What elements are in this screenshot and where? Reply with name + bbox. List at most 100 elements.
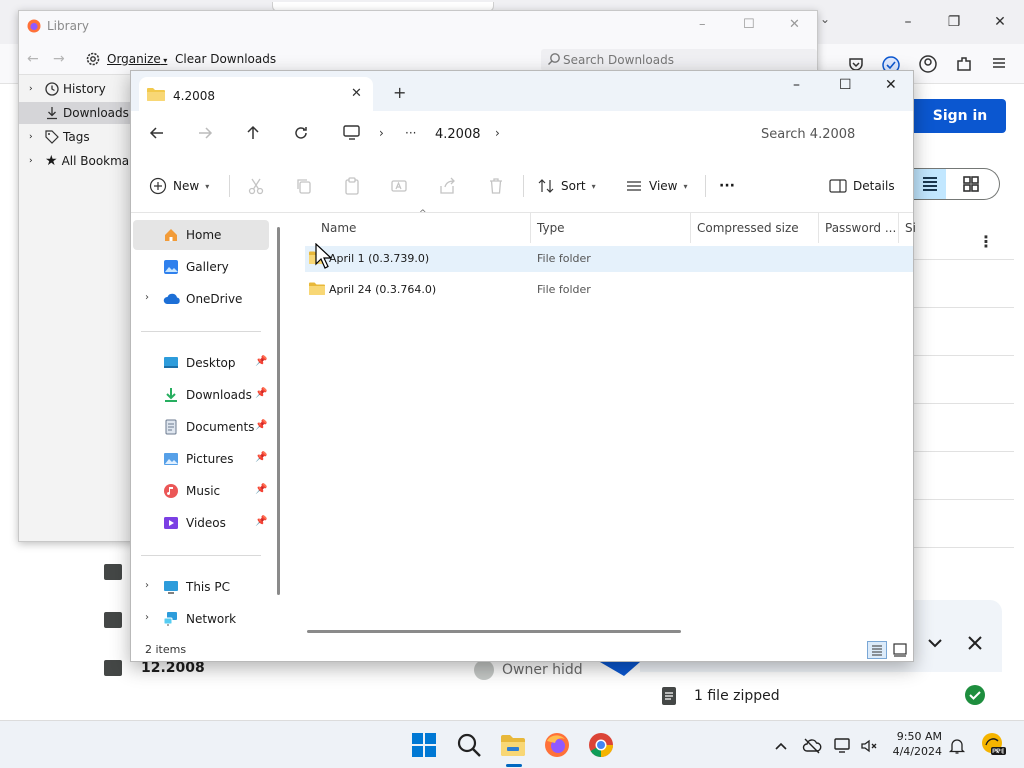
grid-view-icon[interactable] — [962, 175, 980, 193]
volume-muted-icon[interactable] — [860, 737, 878, 755]
close-icon[interactable]: ✕ — [789, 17, 800, 32]
column-header-size[interactable]: Si — [905, 221, 916, 235]
forward-arrow-icon[interactable] — [197, 125, 213, 141]
firefox-icon[interactable] — [543, 731, 571, 759]
extensions-icon[interactable] — [954, 54, 976, 76]
nav-item-network[interactable]: › Network — [133, 604, 269, 634]
monitor-icon[interactable] — [343, 125, 361, 141]
view-button[interactable]: View ▾ — [625, 173, 688, 199]
tab-list-chevron-icon[interactable]: ⌄ — [820, 12, 830, 26]
breadcrumb-chevron-icon[interactable]: › — [379, 126, 384, 140]
share-icon[interactable] — [439, 177, 457, 195]
column-header-password[interactable]: Password ... — [825, 221, 896, 235]
account-icon[interactable] — [918, 54, 940, 76]
tiles-view-icon[interactable] — [893, 643, 907, 657]
table-row[interactable]: April 24 (0.3.764.0) File folder — [305, 277, 913, 303]
explorer-tab[interactable]: 4.2008 ✕ — [139, 77, 373, 111]
close-icon[interactable]: ✕ — [885, 77, 897, 93]
sidebar-item-tags[interactable]: › Tags — [29, 126, 90, 148]
breadcrumb-chevron-icon[interactable]: › — [495, 126, 500, 140]
sort-button[interactable]: Sort ▾ — [537, 173, 596, 199]
copilot-pre-icon[interactable] — [980, 731, 1006, 757]
nav-scrollbar[interactable] — [277, 227, 280, 595]
column-header-compressed-size[interactable]: Compressed size — [697, 221, 799, 235]
paste-icon[interactable] — [343, 177, 361, 195]
pin-icon[interactable]: 📌 — [255, 388, 267, 399]
table-row[interactable]: April 1 (0.3.739.0) File folder — [305, 246, 913, 272]
nav-item-videos[interactable]: Videos 📌 — [133, 508, 269, 538]
minimize-icon[interactable]: – — [898, 12, 918, 32]
copy-icon[interactable] — [295, 177, 313, 195]
sidebar-item-history[interactable]: › History — [29, 78, 106, 100]
column-divider[interactable] — [690, 213, 691, 243]
list-view-button[interactable] — [914, 169, 946, 199]
pin-icon[interactable]: 📌 — [255, 484, 267, 495]
start-windows-icon[interactable] — [410, 731, 438, 759]
menu-icon[interactable] — [990, 54, 1012, 76]
pin-icon[interactable]: 📌 — [255, 420, 267, 431]
details-view-button[interactable] — [867, 641, 887, 659]
refresh-icon[interactable] — [293, 125, 309, 141]
shared-folder-icon — [104, 612, 122, 628]
file-explorer-icon[interactable] — [499, 731, 527, 759]
bell-icon[interactable] — [948, 737, 966, 755]
clear-downloads-button[interactable]: Clear Downloads — [175, 52, 276, 66]
nav-item-gallery[interactable]: Gallery — [133, 252, 269, 282]
column-divider[interactable] — [530, 213, 531, 243]
nav-item-documents[interactable]: Documents 📌 — [133, 412, 269, 442]
clock[interactable]: 9:50 AM 4/4/2024 — [890, 729, 942, 759]
shared-folder-icon — [104, 564, 122, 580]
close-icon[interactable]: ✕ — [990, 12, 1010, 32]
details-button[interactable]: Details — [829, 173, 895, 199]
nav-item-onedrive[interactable]: › OneDrive — [133, 284, 269, 314]
minimize-icon[interactable]: – — [793, 77, 800, 93]
column-divider[interactable] — [898, 213, 899, 243]
success-check-icon — [964, 684, 986, 706]
search-downloads-field[interactable]: Search Downloads — [541, 49, 817, 71]
cut-icon[interactable] — [247, 177, 265, 195]
nav-item-this-pc[interactable]: › This PC — [133, 572, 269, 602]
sidebar-item-downloads[interactable]: Downloads — [19, 102, 135, 124]
sign-in-button[interactable]: Sign in — [914, 99, 1006, 133]
maximize-icon[interactable]: ☐ — [743, 17, 755, 32]
toast-close-icon[interactable] — [966, 634, 984, 652]
maximize-icon[interactable]: ☐ — [839, 77, 852, 93]
breadcrumb-overflow[interactable]: ··· — [405, 126, 416, 140]
back-arrow-icon[interactable]: ← — [27, 51, 39, 67]
network-display-icon[interactable] — [834, 737, 852, 755]
nav-item-desktop[interactable]: Desktop 📌 — [133, 348, 269, 378]
chrome-icon[interactable] — [587, 731, 615, 759]
column-divider[interactable] — [818, 213, 819, 243]
horizontal-scrollbar[interactable] — [307, 630, 681, 633]
rename-icon[interactable] — [391, 177, 409, 195]
forward-arrow-icon[interactable]: → — [53, 51, 65, 67]
column-header-name[interactable]: Name — [321, 221, 356, 235]
breadcrumb-current[interactable]: 4.2008 — [435, 127, 481, 142]
nav-item-music[interactable]: Music 📌 — [133, 476, 269, 506]
more-options-button[interactable]: ··· — [719, 173, 735, 199]
up-arrow-icon[interactable] — [245, 125, 261, 141]
organize-button[interactable]: Organize ▾ — [107, 52, 167, 66]
collapse-chevron-icon[interactable] — [926, 634, 944, 652]
tab-close-icon[interactable]: ✕ — [351, 86, 362, 101]
pin-icon[interactable]: 📌 — [255, 452, 267, 463]
back-arrow-icon[interactable] — [149, 125, 165, 141]
sidebar-item-label: History — [63, 82, 106, 96]
nav-item-home[interactable]: Home — [133, 220, 269, 250]
nav-item-downloads[interactable]: Downloads 📌 — [133, 380, 269, 410]
nav-item-pictures[interactable]: Pictures 📌 — [133, 444, 269, 474]
column-header-type[interactable]: Type — [537, 221, 565, 235]
pin-icon[interactable]: 📌 — [255, 516, 267, 527]
delete-icon[interactable] — [487, 177, 505, 195]
minimize-icon[interactable]: – — [699, 17, 706, 32]
search-icon[interactable] — [455, 731, 483, 759]
new-tab-icon[interactable]: + — [393, 83, 406, 102]
pin-icon[interactable]: 📌 — [255, 356, 267, 367]
new-button[interactable]: New ▾ — [149, 173, 209, 199]
chevron-up-icon[interactable] — [772, 737, 790, 755]
more-vert-icon[interactable]: ⋮ — [978, 232, 994, 251]
restore-icon[interactable]: ❐ — [944, 12, 964, 32]
search-input[interactable]: Search 4.2008 — [747, 119, 913, 151]
folder-icon — [309, 282, 325, 295]
cloud-off-icon[interactable] — [802, 737, 822, 755]
